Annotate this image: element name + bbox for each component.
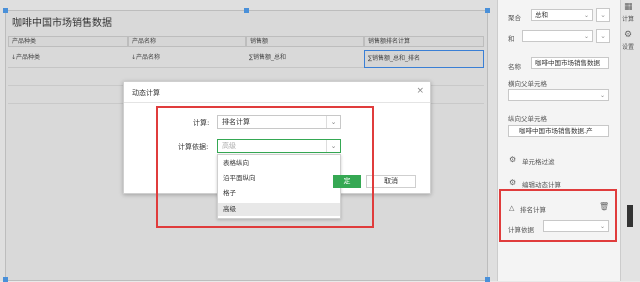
- chevron-down-icon: ⌄: [583, 12, 589, 19]
- column-header[interactable]: 销售额: [246, 36, 364, 47]
- vertical-parent-value: 咖啡中国市场销售数据.产: [519, 127, 593, 135]
- table-cell[interactable]: ↓产品名称: [128, 50, 246, 68]
- dialog-divider: [124, 102, 430, 103]
- sidebar-tab[interactable]: [627, 205, 633, 227]
- name-input[interactable]: 咖啡中国市场销售数据: [531, 57, 609, 69]
- gear-icon: ⚙: [509, 178, 517, 187]
- and-select[interactable]: ⌄: [522, 30, 593, 42]
- aggregate-select[interactable]: 总和 ⌄: [531, 9, 593, 21]
- calculator-icon[interactable]: ▦: [624, 2, 633, 12]
- aggregate-more-button[interactable]: ⌄: [596, 8, 610, 22]
- name-label: 名称: [508, 63, 521, 71]
- resize-handle[interactable]: [485, 8, 490, 13]
- column-header[interactable]: 产品名称: [128, 36, 246, 47]
- aggregate-value: 总和: [535, 11, 548, 19]
- cell-filter-link[interactable]: 单元格过滤: [522, 156, 555, 166]
- table-cell[interactable]: ∑销售额_总和: [246, 50, 364, 68]
- dialog-title: 动态计算: [132, 89, 160, 97]
- chevron-down-icon: ⌄: [599, 92, 605, 99]
- resize-handle[interactable]: [3, 277, 8, 282]
- column-header[interactable]: 产品种类: [8, 36, 128, 47]
- resize-handle[interactable]: [3, 8, 8, 13]
- sidebar-calc-label[interactable]: 计算: [622, 14, 634, 23]
- selected-cell[interactable]: ∑销售额_总和_排名: [364, 50, 484, 68]
- settings-icon[interactable]: ⚙: [624, 30, 632, 40]
- sidebar-settings-label[interactable]: 设置: [622, 42, 634, 51]
- column-header[interactable]: 销售额排名计算: [364, 36, 484, 47]
- horizontal-parent-label: 横向父单元格: [508, 80, 547, 88]
- sheet-title: 咖啡中国市场销售数据: [12, 18, 112, 29]
- highlight-box: [499, 189, 617, 242]
- and-more-button[interactable]: ⌄: [596, 29, 610, 43]
- gear-icon: ⚙: [509, 155, 517, 164]
- highlight-box: [156, 106, 374, 228]
- close-icon[interactable]: ×: [416, 86, 424, 96]
- chevron-down-icon: ⌄: [583, 33, 589, 40]
- resize-handle[interactable]: [485, 277, 490, 282]
- vertical-parent-select[interactable]: 咖啡中国市场销售数据.产: [508, 125, 609, 137]
- resize-handle[interactable]: [244, 8, 249, 13]
- edit-dynamic-calc-link[interactable]: 编辑动态计算: [522, 179, 561, 189]
- and-label: 和: [508, 35, 515, 43]
- table-cell[interactable]: ↓产品种类: [8, 50, 128, 68]
- horizontal-parent-select[interactable]: ⌄: [508, 89, 609, 101]
- vertical-parent-label: 纵向父单元格: [508, 115, 547, 123]
- aggregate-label: 聚合: [508, 14, 521, 22]
